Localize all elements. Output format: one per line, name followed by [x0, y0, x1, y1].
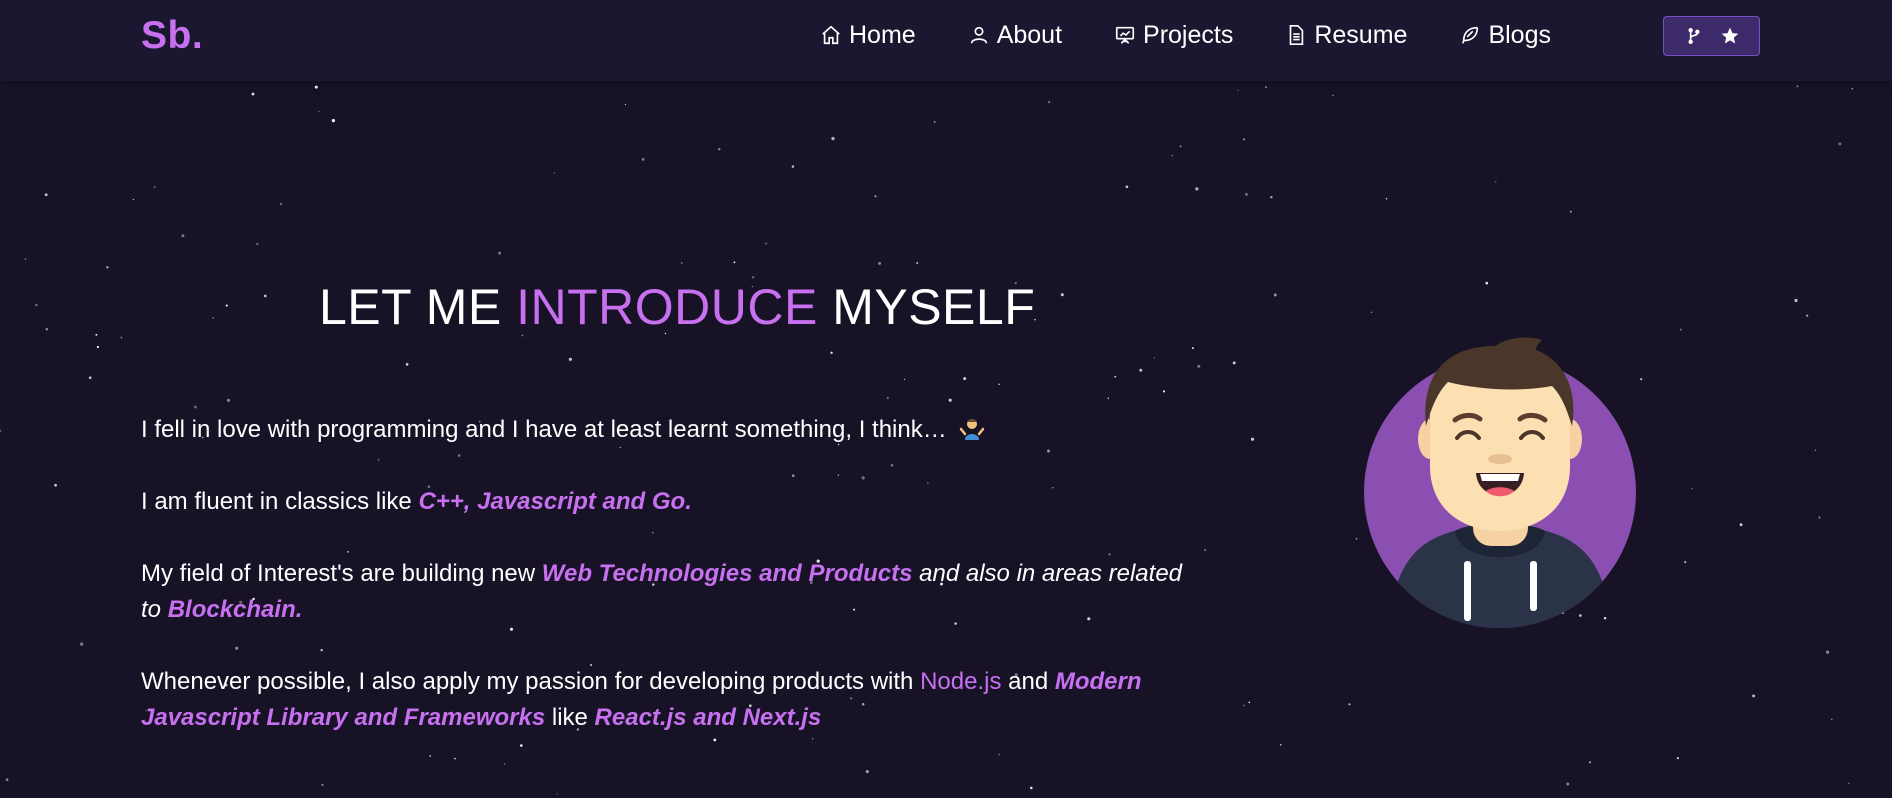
nav-item-label: About — [996, 20, 1063, 49]
about-section: LET ME INTRODUCE MYSELF I fell in love w… — [0, 81, 1892, 798]
page-title: LET ME INTRODUCE MYSELF — [319, 279, 1036, 335]
avatar — [1364, 337, 1636, 628]
star-icon — [1721, 27, 1738, 44]
intro-paragraph-2: I am fluent in classics like C++, Javasc… — [141, 488, 692, 515]
presentation-icon — [1115, 26, 1135, 44]
document-icon — [1290, 25, 1304, 45]
feather-icon — [1462, 26, 1479, 44]
react-next-highlight: React.js and Next.js — [594, 704, 822, 731]
nav-item-resume[interactable]: Resume — [1285, 21, 1407, 50]
user-icon — [970, 26, 987, 44]
nav-item-label: Projects — [1143, 20, 1234, 49]
github-fork-star-button[interactable] — [1663, 16, 1760, 56]
intro-paragraph-4: Whenever possible, I also apply my passi… — [141, 668, 1142, 731]
nodejs-highlight: Node.js — [920, 668, 1002, 695]
nav-item-projects[interactable]: Projects — [1114, 21, 1233, 50]
nav-item-blogs[interactable]: Blogs — [1459, 21, 1551, 50]
interests-highlight: Web Technologies and Products — [541, 560, 913, 587]
brand-logo[interactable]: Sb. — [141, 14, 203, 58]
nav-links: Home About Projects Resume Blogs — [820, 16, 1603, 54]
navbar: Sb. Home About Projects Resume Blogs — [0, 0, 1892, 81]
nav-item-label: Home — [849, 20, 916, 49]
nav-item-about[interactable]: About — [968, 21, 1062, 50]
nav-item-label: Resume — [1314, 20, 1408, 49]
languages-highlight: C++, Javascript and Go. — [418, 488, 692, 515]
home-icon — [822, 25, 840, 45]
intro-paragraph-1: I fell in love with programming and I ha… — [141, 412, 1201, 448]
blockchain-highlight: Blockchain. — [167, 596, 303, 623]
nav-item-label: Blogs — [1488, 20, 1551, 49]
person-shrugging-icon — [960, 419, 985, 440]
nav-item-home[interactable]: Home — [820, 21, 916, 50]
git-fork-icon — [1688, 28, 1699, 44]
intro-paragraph-3: My field of Interest's are building new … — [141, 560, 1183, 623]
